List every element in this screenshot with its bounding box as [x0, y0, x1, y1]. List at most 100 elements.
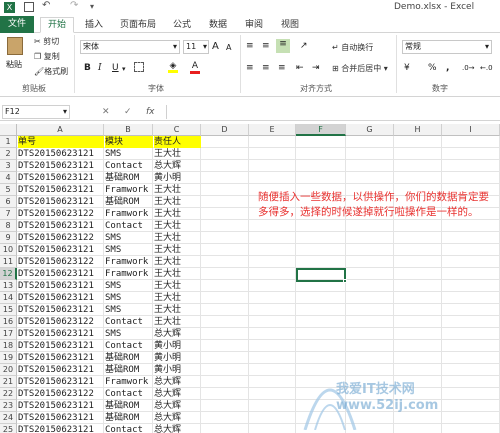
- table-cell[interactable]: DTS20150623122: [18, 232, 104, 244]
- align-middle-icon[interactable]: ≡: [262, 41, 270, 51]
- table-cell[interactable]: DTS20150623121: [18, 160, 104, 172]
- row-header-8[interactable]: 8: [0, 220, 17, 232]
- italic-button[interactable]: I: [98, 63, 102, 73]
- increase-decimal-icon[interactable]: .0→: [462, 63, 475, 73]
- table-cell[interactable]: DTS20150623121: [18, 400, 104, 412]
- formula-input[interactable]: [166, 105, 498, 119]
- row-header-1[interactable]: 1: [0, 136, 17, 148]
- undo-icon[interactable]: ↶: [42, 0, 50, 11]
- shrink-font-button[interactable]: A: [226, 43, 231, 53]
- tab-home[interactable]: 开始: [40, 17, 74, 33]
- table-cell[interactable]: DTS20150623121: [18, 328, 104, 340]
- table-cell[interactable]: 王大壮: [154, 184, 201, 196]
- table-cell[interactable]: DTS20150623121: [18, 376, 104, 388]
- table-cell[interactable]: Contact: [105, 316, 153, 328]
- table-cell[interactable]: DTS20150623121: [18, 244, 104, 256]
- column-header-h[interactable]: H: [394, 124, 442, 136]
- column-header-e[interactable]: E: [249, 124, 296, 136]
- select-all-corner[interactable]: [0, 124, 17, 136]
- row-header-2[interactable]: 2: [0, 148, 17, 160]
- wrap-text-button[interactable]: ↵ 自动换行: [332, 42, 373, 54]
- table-cell[interactable]: 王大壮: [154, 268, 201, 280]
- table-cell[interactable]: SMS: [105, 232, 153, 244]
- table-cell[interactable]: 王大壮: [154, 208, 201, 220]
- table-cell[interactable]: 总大辉: [154, 388, 201, 400]
- tab-formulas[interactable]: 公式: [168, 18, 196, 33]
- table-cell[interactable]: DTS20150623121: [18, 196, 104, 208]
- row-header-14[interactable]: 14: [0, 292, 17, 304]
- table-cell[interactable]: DTS20150623121: [18, 268, 104, 280]
- currency-button[interactable]: ¥: [404, 63, 410, 73]
- number-format-select[interactable]: 常规 ▾: [402, 40, 492, 54]
- table-cell[interactable]: Framwork: [105, 256, 153, 268]
- align-bottom-icon[interactable]: ≡: [276, 39, 290, 53]
- name-box[interactable]: F12 ▾: [2, 105, 70, 119]
- table-cell[interactable]: 王大壮: [154, 220, 201, 232]
- row-header-6[interactable]: 6: [0, 196, 17, 208]
- spreadsheet-grid[interactable]: ABCDEFGHI 1 2 3 4 5 6 7 8 9 10 11 12 13 14 15 16 17 18 19 2…: [0, 124, 500, 433]
- table-cell[interactable]: DTS20150623121: [18, 424, 104, 433]
- row-header-18[interactable]: 18: [0, 340, 17, 352]
- increase-indent-icon[interactable]: ⇥: [312, 63, 320, 73]
- table-cell[interactable]: Framwork: [105, 208, 153, 220]
- table-cell[interactable]: 王大壮: [154, 292, 201, 304]
- table-cell[interactable]: Contact: [105, 340, 153, 352]
- table-cell[interactable]: 王大壮: [154, 304, 201, 316]
- font-color-button[interactable]: A: [190, 61, 200, 74]
- row-header-7[interactable]: 7: [0, 208, 17, 220]
- table-cell[interactable]: 基础ROM: [105, 196, 153, 208]
- table-cell[interactable]: SMS: [105, 328, 153, 340]
- row-header-24[interactable]: 24: [0, 412, 17, 424]
- table-cell[interactable]: 王大壮: [154, 280, 201, 292]
- table-cell[interactable]: DTS20150623121: [18, 364, 104, 376]
- table-cell[interactable]: Contact: [105, 424, 153, 433]
- table-cell[interactable]: 基础ROM: [105, 352, 153, 364]
- column-header-f[interactable]: F: [296, 124, 346, 136]
- table-cell[interactable]: 基础ROM: [105, 400, 153, 412]
- cut-button[interactable]: ✂ 剪切: [34, 36, 59, 48]
- table-cell[interactable]: DTS20150623121: [18, 184, 104, 196]
- row-header-21[interactable]: 21: [0, 376, 17, 388]
- table-cell[interactable]: 总大辉: [154, 424, 201, 433]
- fill-color-icon[interactable]: ◈: [168, 61, 178, 73]
- header-cell[interactable]: 模块: [105, 136, 153, 148]
- table-cell[interactable]: DTS20150623121: [18, 220, 104, 232]
- row-header-10[interactable]: 10: [0, 244, 17, 256]
- fill-handle[interactable]: [343, 279, 347, 283]
- row-header-16[interactable]: 16: [0, 316, 17, 328]
- tab-review[interactable]: 审阅: [240, 18, 268, 33]
- table-cell[interactable]: 黄小明: [154, 364, 201, 376]
- row-header-19[interactable]: 19: [0, 352, 17, 364]
- row-header-4[interactable]: 4: [0, 172, 17, 184]
- row-header-9[interactable]: 9: [0, 232, 17, 244]
- fx-icon[interactable]: fx: [146, 107, 155, 117]
- table-cell[interactable]: DTS20150623122: [18, 208, 104, 220]
- row-header-15[interactable]: 15: [0, 304, 17, 316]
- table-cell[interactable]: DTS20150623122: [18, 388, 104, 400]
- table-cell[interactable]: 王大壮: [154, 244, 201, 256]
- table-cell[interactable]: 王大壮: [154, 256, 201, 268]
- format-painter-button[interactable]: 🖌格式刷: [34, 66, 68, 78]
- table-cell[interactable]: 总大辉: [154, 160, 201, 172]
- table-cell[interactable]: 总大辉: [154, 328, 201, 340]
- table-cell[interactable]: 基础ROM: [105, 172, 153, 184]
- table-cell[interactable]: Contact: [105, 160, 153, 172]
- table-cell[interactable]: 黄小明: [154, 352, 201, 364]
- table-cell[interactable]: DTS20150623121: [18, 304, 104, 316]
- table-cell[interactable]: 王大壮: [154, 316, 201, 328]
- orientation-icon[interactable]: ↗: [300, 41, 308, 51]
- table-cell[interactable]: SMS: [105, 304, 153, 316]
- column-header-c[interactable]: C: [153, 124, 201, 136]
- align-left-icon[interactable]: ≡: [246, 63, 254, 73]
- table-cell[interactable]: Contact: [105, 388, 153, 400]
- row-header-22[interactable]: 22: [0, 388, 17, 400]
- align-top-icon[interactable]: ≡: [246, 41, 254, 51]
- table-cell[interactable]: SMS: [105, 244, 153, 256]
- table-cell[interactable]: 总大辉: [154, 376, 201, 388]
- table-cell[interactable]: DTS20150623122: [18, 256, 104, 268]
- selected-cell-f12[interactable]: [296, 268, 346, 282]
- column-header-g[interactable]: G: [346, 124, 394, 136]
- table-cell[interactable]: DTS20150623121: [18, 412, 104, 424]
- row-header-13[interactable]: 13: [0, 280, 17, 292]
- redo-icon[interactable]: ↷: [70, 0, 78, 11]
